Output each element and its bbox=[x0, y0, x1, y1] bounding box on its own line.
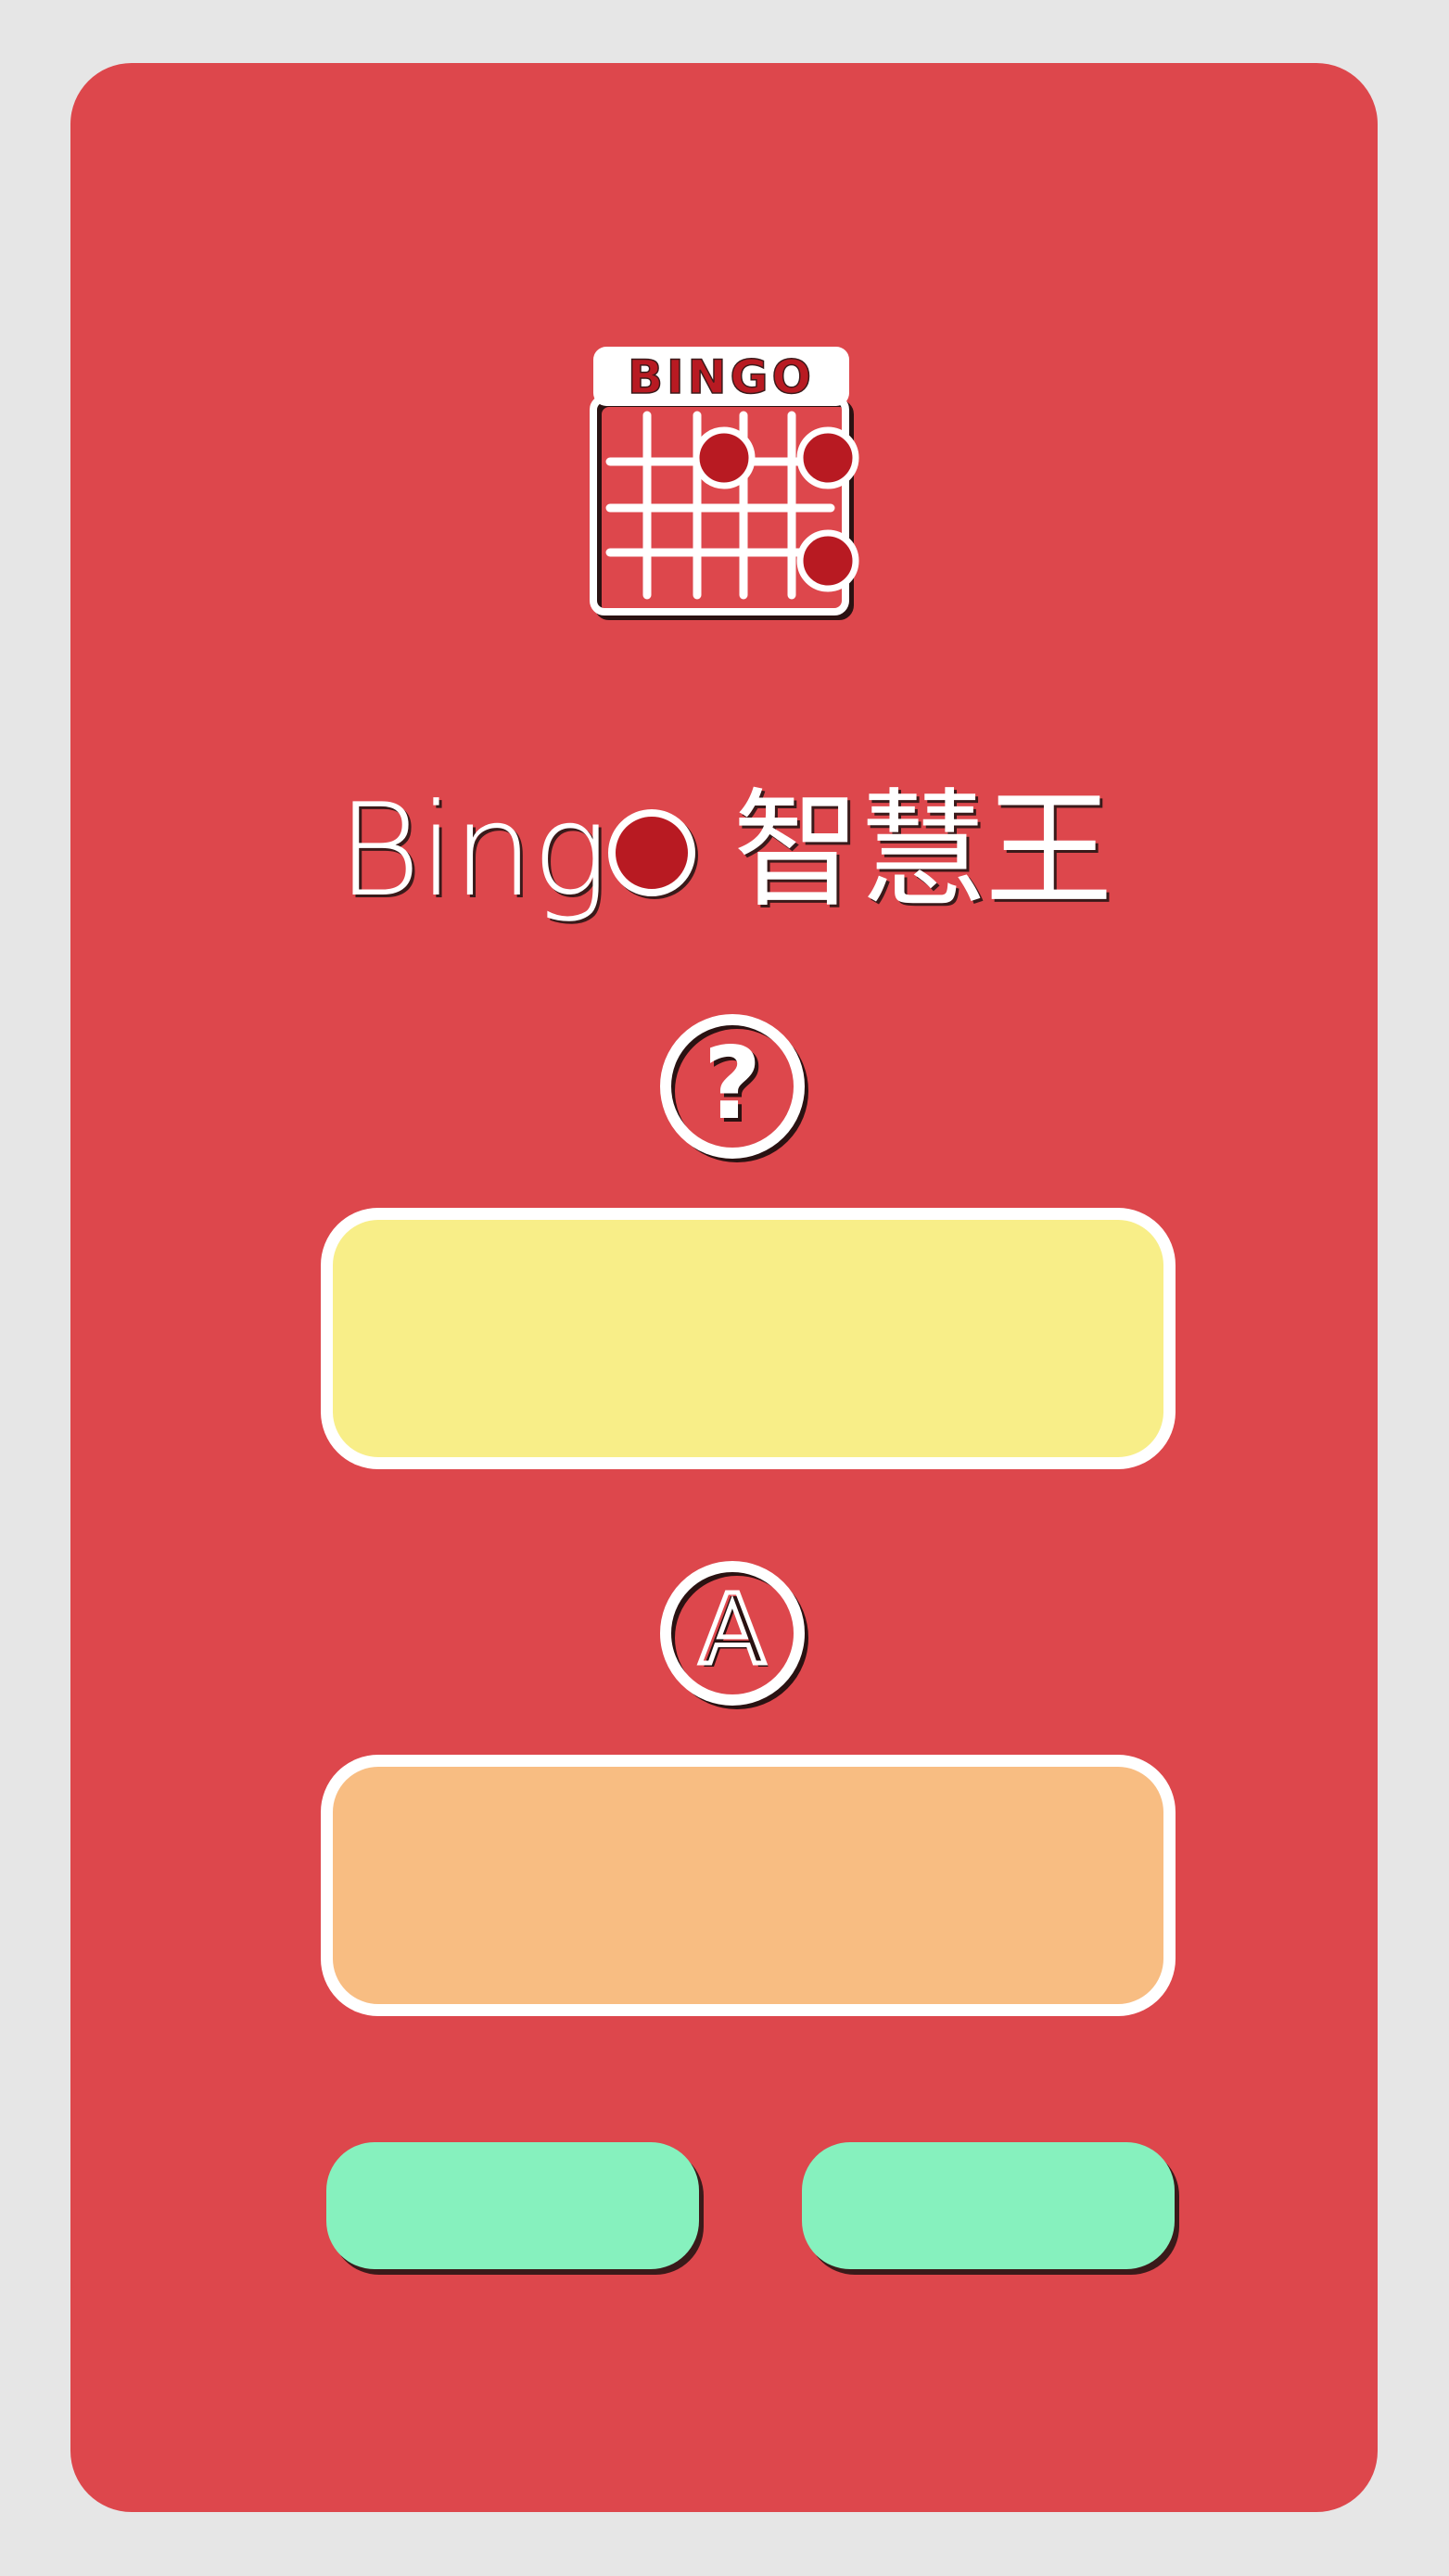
question-box[interactable] bbox=[321, 1208, 1176, 1469]
app-card: BINGO Bing 智慧王 ? ? A A bbox=[70, 63, 1378, 2512]
app-title: Bing 智慧王 bbox=[70, 777, 1378, 925]
letter-a-circle-icon: A A bbox=[660, 1561, 808, 1709]
answer-box[interactable] bbox=[321, 1755, 1176, 2016]
right-button[interactable] bbox=[802, 2142, 1175, 2269]
title-prefix: Bing bbox=[337, 776, 609, 925]
svg-text:?: ? bbox=[704, 1026, 762, 1142]
svg-text:A: A bbox=[699, 1573, 765, 1686]
question-circle-icon: ? ? bbox=[660, 1014, 808, 1162]
left-button[interactable] bbox=[326, 2142, 699, 2269]
bingo-card-icon: BINGO bbox=[590, 347, 859, 620]
title-suffix: 智慧王 bbox=[732, 776, 1112, 925]
title-o-dot bbox=[608, 809, 696, 896]
